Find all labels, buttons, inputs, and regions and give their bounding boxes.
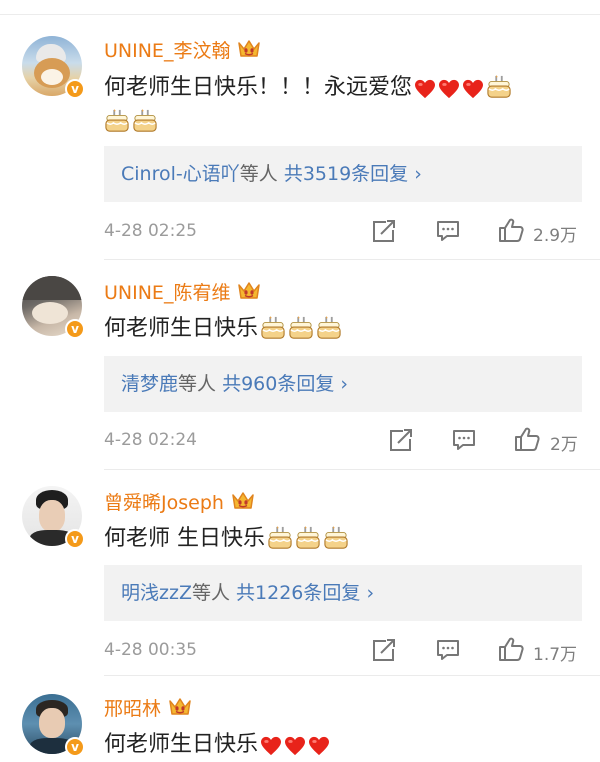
like-icon[interactable] [498,636,524,662]
username[interactable]: 邢昭林 [104,694,193,721]
timestamp: 4-28 02:24 [104,430,197,450]
cake-emoji [323,526,349,550]
like-icon[interactable] [514,426,540,452]
avatar[interactable]: v [22,276,85,339]
username[interactable]: UNINE_李汶翰 [104,36,262,63]
verified-badge: v [65,529,85,549]
comment-item: v 邢昭林 何老师生日快乐 [0,676,600,761]
heart-emoji [414,79,436,99]
verified-badge: v [65,737,85,757]
avatar[interactable]: v [22,486,85,549]
comment-item: v UNINE_李汶翰 何老师生日快乐！！！永远爱您 Cinrol-心语吖等人 … [0,0,600,260]
cake-emoji [260,316,286,340]
crown-icon [236,280,262,302]
reply-summary[interactable]: Cinrol-心语吖等人 共3519条回复 › [104,146,582,202]
comment-text: 何老师 生日快乐 [104,522,574,556]
like-count[interactable]: 2万 [550,430,578,455]
comment-icon[interactable] [435,219,461,243]
cake-emoji [295,526,321,550]
comment-text: 何老师生日快乐 [104,728,574,762]
comment-text: 何老师生日快乐 [104,312,574,346]
chevron-right-icon: › [340,373,348,395]
crown-icon [236,38,262,60]
share-icon[interactable] [371,638,397,662]
timestamp: 4-28 02:25 [104,221,197,241]
cake-emoji [267,526,293,550]
username[interactable]: 曾舜晞Joseph [104,488,256,515]
heart-emoji [308,736,330,756]
comment-icon[interactable] [435,638,461,662]
chevron-right-icon: › [414,163,422,185]
share-icon[interactable] [371,219,397,243]
reply-summary[interactable]: 清梦鹿等人 共960条回复 › [104,356,582,412]
heart-emoji [260,736,282,756]
cake-emoji [486,75,512,99]
cake-emoji [132,109,158,133]
share-icon[interactable] [388,428,414,452]
comment-item: v 曾舜晞Joseph 何老师 生日快乐 明浅zzZ等人 共1226条回复 › … [0,470,600,676]
like-count[interactable]: 2.9万 [533,221,577,246]
like-count[interactable]: 1.7万 [533,640,577,665]
heart-emoji [284,736,306,756]
reply-summary[interactable]: 明浅zzZ等人 共1226条回复 › [104,565,582,621]
verified-badge: v [65,79,85,99]
comment-icon[interactable] [451,428,477,452]
heart-emoji [462,79,484,99]
comment-text: 何老师生日快乐！！！永远爱您 [104,71,574,139]
avatar[interactable]: v [22,694,85,757]
avatar[interactable]: v [22,36,85,99]
timestamp: 4-28 00:35 [104,640,197,660]
chevron-right-icon: › [366,582,375,604]
cake-emoji [288,316,314,340]
verified-badge: v [65,319,85,339]
username[interactable]: UNINE_陈宥维 [104,278,262,305]
heart-emoji [438,79,460,99]
cake-emoji [104,109,130,133]
like-icon[interactable] [498,217,524,243]
crown-icon [230,490,256,512]
crown-icon [167,696,193,718]
cake-emoji [316,316,342,340]
comment-item: v UNINE_陈宥维 何老师生日快乐 清梦鹿等人 共960条回复 › 4-28… [0,260,600,470]
